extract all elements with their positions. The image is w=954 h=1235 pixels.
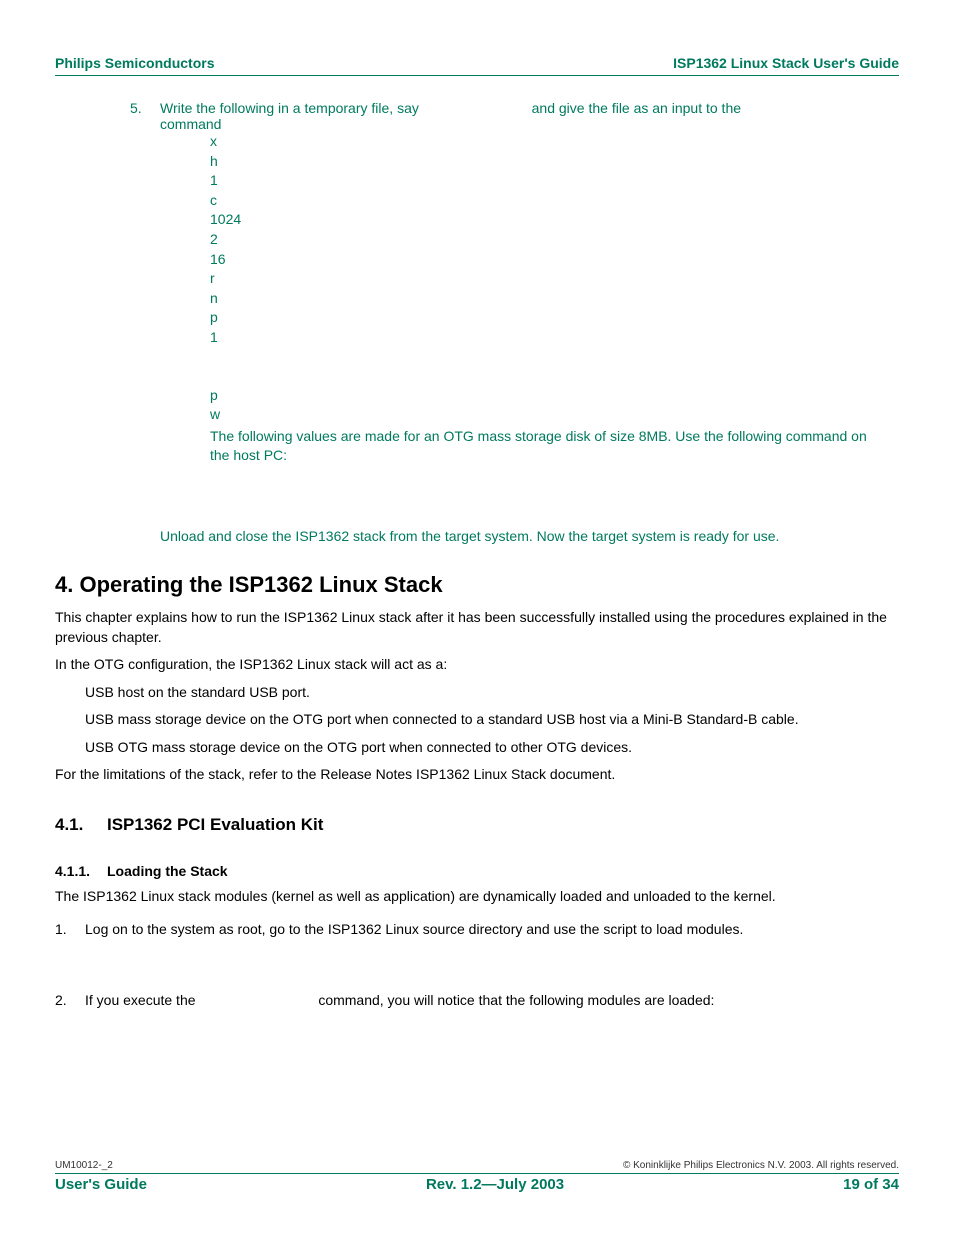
code-line: r bbox=[210, 269, 899, 289]
unload-text: Unload and close the ISP1362 stack from … bbox=[160, 528, 899, 544]
code-line: c bbox=[210, 191, 899, 211]
footer-doc-id: UM10012-_2 bbox=[55, 1160, 113, 1171]
section-41-heading: 4.1.ISP1362 PCI Evaluation Kit bbox=[55, 815, 899, 835]
code-line: 16 bbox=[210, 250, 899, 270]
section411-p1: The ISP1362 Linux stack modules (kernel … bbox=[55, 887, 899, 907]
step-5: 5. Write the following in a temporary fi… bbox=[130, 100, 899, 132]
footer-left: User's Guide bbox=[55, 1176, 147, 1193]
page-footer: UM10012-_2 © Koninklijke Philips Electro… bbox=[55, 1160, 899, 1193]
bullet-2: USB mass storage device on the OTG port … bbox=[85, 710, 899, 730]
list-item: 2. If you execute the command, you will … bbox=[55, 992, 899, 1008]
header-left: Philips Semiconductors bbox=[55, 55, 214, 71]
section-4-heading: 4. Operating the ISP1362 Linux Stack bbox=[55, 572, 899, 598]
section-41-num: 4.1. bbox=[55, 815, 107, 835]
bullet-3: USB OTG mass storage device on the OTG p… bbox=[85, 738, 899, 758]
note-text: The following values are made for an OTG… bbox=[210, 427, 899, 466]
section-411-num: 4.1.1. bbox=[55, 863, 107, 879]
bullet-1: USB host on the standard USB port. bbox=[85, 683, 899, 703]
list-text-2: If you execute the command, you will not… bbox=[85, 992, 714, 1008]
header-right: ISP1362 Linux Stack User's Guide bbox=[673, 55, 899, 71]
footer-right: 19 of 34 bbox=[843, 1176, 899, 1193]
code-line: x bbox=[210, 132, 899, 152]
footer-rule bbox=[55, 1173, 899, 1174]
section-411-heading: 4.1.1.Loading the Stack bbox=[55, 863, 899, 879]
code-list: x h 1 c 1024 2 16 r n p 1 p w bbox=[210, 132, 899, 425]
code-line: 1 bbox=[210, 328, 899, 348]
section-411-title: Loading the Stack bbox=[107, 863, 228, 879]
code-line: 1 bbox=[210, 171, 899, 191]
step-body: Write the following in a temporary file,… bbox=[160, 100, 899, 132]
list-text-2b: command, you will notice that the follow… bbox=[318, 992, 714, 1008]
list-num-1: 1. bbox=[55, 921, 85, 937]
code-line: p bbox=[210, 308, 899, 328]
footer-copyright: © Koninklijke Philips Electronics N.V. 2… bbox=[623, 1160, 899, 1171]
section4-p2: In the OTG configuration, the ISP1362 Li… bbox=[55, 655, 899, 675]
code-line: 1024 bbox=[210, 210, 899, 230]
code-line: h bbox=[210, 152, 899, 172]
code-line: w bbox=[210, 405, 899, 425]
section4-p1: This chapter explains how to run the ISP… bbox=[55, 608, 899, 647]
step-text-b: and give the file as an input to the bbox=[532, 100, 741, 116]
code-line bbox=[210, 367, 899, 386]
footer-center: Rev. 1.2—July 2003 bbox=[426, 1176, 564, 1193]
list-text-1: Log on to the system as root, go to the … bbox=[85, 921, 743, 937]
step-text-a: Write the following in a temporary file,… bbox=[160, 100, 419, 116]
section4-p3: For the limitations of the stack, refer … bbox=[55, 765, 899, 785]
list-text-2a: If you execute the bbox=[85, 992, 196, 1008]
section-41-title: ISP1362 PCI Evaluation Kit bbox=[107, 815, 323, 834]
list-num-2: 2. bbox=[55, 992, 85, 1008]
code-line: p bbox=[210, 386, 899, 406]
code-line: 2 bbox=[210, 230, 899, 250]
page-header: Philips Semiconductors ISP1362 Linux Sta… bbox=[55, 55, 899, 71]
list-item: 1. Log on to the system as root, go to t… bbox=[55, 921, 899, 937]
step-text-c: command bbox=[160, 116, 221, 132]
step-number: 5. bbox=[130, 100, 160, 116]
code-line bbox=[210, 348, 899, 367]
code-line: n bbox=[210, 289, 899, 309]
header-rule bbox=[55, 75, 899, 76]
